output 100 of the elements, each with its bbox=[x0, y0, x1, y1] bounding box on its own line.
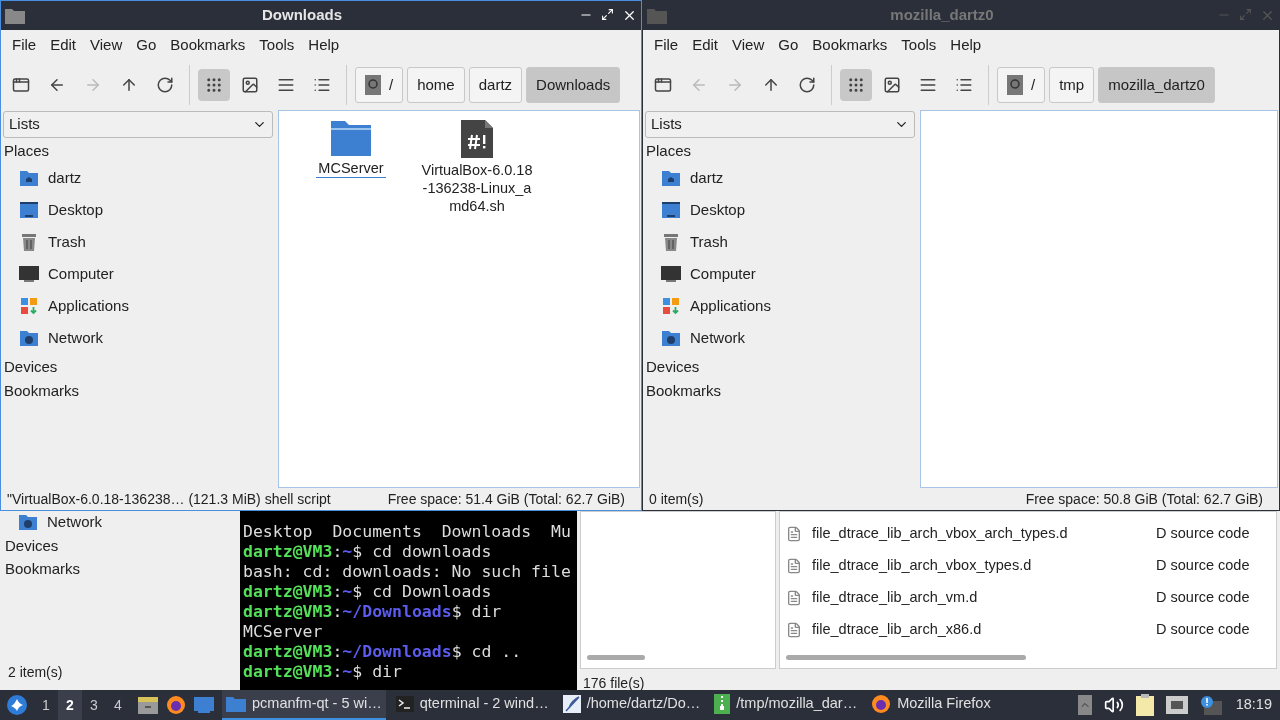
sidebar-item[interactable]: dartz bbox=[643, 162, 917, 194]
volume-icon[interactable] bbox=[1103, 695, 1124, 715]
maximize-icon[interactable] bbox=[601, 8, 614, 21]
taskbar-task[interactable]: pcmanfm-qt - 5 wi… bbox=[222, 690, 386, 720]
new-window-icon[interactable] bbox=[654, 76, 672, 94]
workspace-button[interactable]: 3 bbox=[82, 690, 106, 720]
menu-item[interactable]: Help bbox=[301, 33, 347, 57]
sidebar-section-label[interactable]: Devices bbox=[1, 355, 275, 378]
status-text: "VirtualBox-6.0.18-136238… (121.3 MiB) shell script bbox=[7, 489, 331, 509]
terminal-line: dartz@VM3:~$ dir bbox=[243, 662, 403, 682]
text-file-icon bbox=[786, 526, 802, 542]
scrollbar-thumb[interactable] bbox=[587, 654, 645, 660]
script-file-icon bbox=[460, 119, 494, 159]
file-row[interactable]: file_dtrace_lib_arch_vm.d D source code bbox=[780, 582, 1276, 614]
menu-item[interactable]: File bbox=[5, 33, 44, 57]
file-name[interactable]: VirtualBox-6.0.18-136238-Linux_amd64.sh bbox=[421, 161, 533, 216]
start-menu-icon[interactable] bbox=[6, 694, 28, 716]
panel-mode-dropdown[interactable]: Lists bbox=[3, 111, 273, 138]
sidebar-item[interactable]: dartz bbox=[1, 162, 275, 194]
menu-item[interactable]: Edit bbox=[43, 33, 84, 57]
path-button[interactable]: home bbox=[407, 67, 465, 103]
back-icon[interactable] bbox=[48, 76, 66, 94]
taskbar-task[interactable]: /home/dartz/Do… bbox=[558, 690, 705, 720]
view-mode-button[interactable] bbox=[198, 69, 230, 101]
path-button[interactable]: dartz bbox=[468, 67, 523, 103]
menu-item[interactable]: View bbox=[725, 33, 772, 57]
menu-item[interactable]: Edit bbox=[685, 33, 726, 57]
archive-icon bbox=[714, 694, 731, 714]
sidebar-item[interactable]: Applications bbox=[1, 290, 275, 322]
network-icon[interactable] bbox=[1165, 696, 1188, 714]
workspace-button[interactable]: 2 bbox=[58, 690, 82, 720]
file-type: D source code bbox=[1156, 588, 1250, 608]
up-icon[interactable] bbox=[120, 76, 138, 94]
trash-icon bbox=[19, 232, 39, 252]
reload-icon[interactable] bbox=[798, 76, 816, 94]
menu-item[interactable]: Go bbox=[129, 33, 164, 57]
sidebar-section-label[interactable]: Bookmarks bbox=[1, 379, 275, 402]
sidebar-item[interactable]: Network bbox=[0, 510, 240, 534]
sidebar-section-label[interactable]: Devices bbox=[643, 355, 917, 378]
sidebar-item[interactable]: Computer bbox=[643, 258, 917, 290]
reload-icon[interactable] bbox=[156, 76, 174, 94]
home-folder-icon bbox=[661, 169, 681, 187]
path-button[interactable]: / bbox=[355, 67, 404, 103]
sidebar-item[interactable]: Desktop bbox=[1, 194, 275, 226]
menu-item[interactable]: View bbox=[83, 33, 130, 57]
trash-icon bbox=[661, 232, 681, 252]
file-type: D source code bbox=[1156, 620, 1250, 640]
compact-view-icon bbox=[919, 76, 937, 94]
file-row[interactable]: file_dtrace_lib_arch_x86.d D source code bbox=[780, 614, 1276, 646]
clipboard-icon[interactable] bbox=[1135, 694, 1154, 716]
sidebar-item[interactable]: Trash bbox=[643, 226, 917, 258]
sidebar-section-label[interactable]: Bookmarks bbox=[643, 379, 917, 402]
path-button[interactable]: mozilla_dartz0 bbox=[1098, 67, 1215, 103]
detail-view-icon bbox=[955, 76, 973, 94]
file-row[interactable]: file_dtrace_lib_arch_vbox_types.d D source code bbox=[780, 550, 1276, 582]
menu-item[interactable]: Help bbox=[943, 33, 989, 57]
new-window-icon[interactable] bbox=[12, 76, 30, 94]
workspace-button[interactable]: 1 bbox=[34, 690, 58, 720]
workspace-button[interactable]: 4 bbox=[106, 690, 130, 720]
taskbar-task[interactable]: qterminal - 2 wind… bbox=[391, 690, 553, 720]
window-title: mozilla_dartz0 bbox=[889, 5, 995, 26]
up-icon[interactable] bbox=[762, 76, 780, 94]
sidebar-item[interactable]: Network bbox=[643, 322, 917, 354]
sidebar-section-label[interactable]: Devices bbox=[0, 534, 240, 557]
tray-expand-icon[interactable] bbox=[1077, 695, 1092, 715]
scrollbar-thumb[interactable] bbox=[786, 654, 1026, 660]
file-name: file_dtrace_lib_arch_vm.d bbox=[812, 588, 979, 608]
panel-mode-dropdown[interactable]: Lists bbox=[645, 111, 915, 138]
path-button[interactable]: tmp bbox=[1049, 67, 1095, 103]
quill-icon bbox=[562, 695, 581, 713]
network-folder-icon bbox=[661, 329, 681, 347]
menu-item[interactable]: Tools bbox=[252, 33, 302, 57]
sidebar-section-label[interactable]: Bookmarks bbox=[0, 557, 240, 580]
sidebar-item[interactable]: Trash bbox=[1, 226, 275, 258]
menu-item[interactable]: Bookmarks bbox=[163, 33, 253, 57]
folder-icon bbox=[226, 696, 246, 712]
status-text: 2 item(s) bbox=[7, 663, 64, 682]
menu-item[interactable]: Go bbox=[771, 33, 806, 57]
terminal-line: dartz@VM3:~/Downloads$ cd .. bbox=[243, 642, 523, 662]
menu-item[interactable]: Tools bbox=[894, 33, 944, 57]
sidebar-item[interactable]: Applications bbox=[643, 290, 917, 322]
path-button[interactable]: Downloads bbox=[526, 67, 621, 103]
close-icon[interactable] bbox=[622, 8, 637, 23]
taskbar-task[interactable]: /tmp/mozilla_dar… bbox=[710, 690, 862, 720]
path-button[interactable]: / bbox=[997, 67, 1046, 103]
folder-icon bbox=[330, 119, 372, 157]
file-type: D source code bbox=[1156, 524, 1250, 544]
sidebar-item[interactable]: Network bbox=[1, 322, 275, 354]
menu-item[interactable]: Bookmarks bbox=[805, 33, 895, 57]
taskbar-task[interactable]: Mozilla Firefox bbox=[867, 690, 995, 720]
sidebar-section-label[interactable]: Places bbox=[643, 139, 917, 162]
text-file-icon bbox=[786, 558, 802, 574]
view-mode-button[interactable] bbox=[840, 69, 872, 101]
sidebar-item[interactable]: Desktop bbox=[643, 194, 917, 226]
file-row[interactable]: file_dtrace_lib_arch_vbox_arch_types.d D source code bbox=[780, 518, 1276, 550]
sidebar-section-label[interactable]: Places bbox=[1, 139, 275, 162]
sidebar-item[interactable]: Computer bbox=[1, 258, 275, 290]
menu-item[interactable]: File bbox=[647, 33, 686, 57]
update-notifier-icon[interactable] bbox=[1199, 695, 1222, 715]
file-name[interactable]: MCServer bbox=[316, 159, 386, 178]
